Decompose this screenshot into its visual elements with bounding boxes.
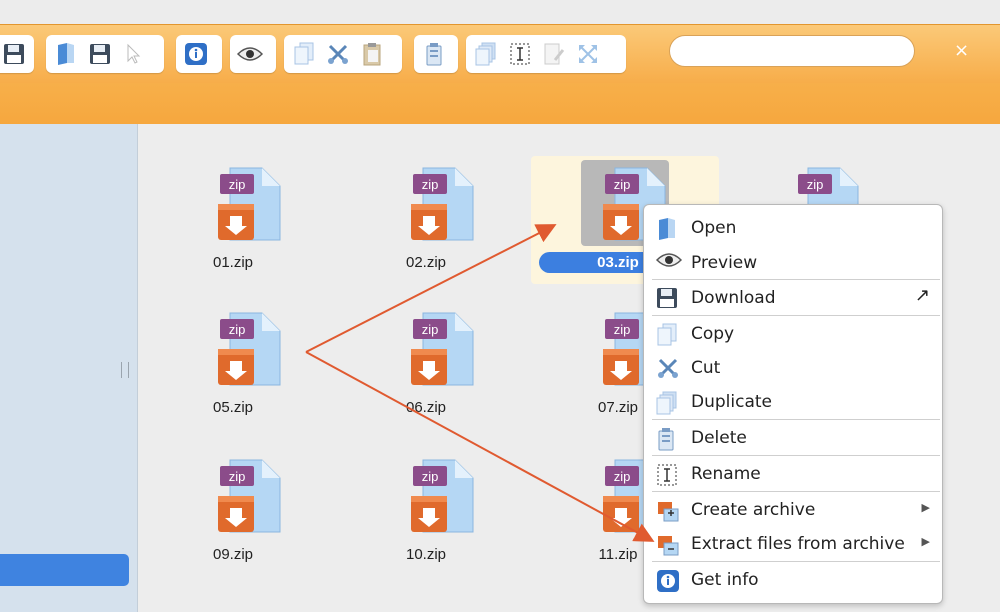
submenu-arrow-icon: ▶ bbox=[921, 502, 930, 514]
sidebar bbox=[0, 124, 138, 612]
menu-item-open[interactable]: Open bbox=[644, 211, 942, 245]
zip-file-icon: zip bbox=[401, 309, 481, 389]
submenu-arrow-icon: ▶ bbox=[921, 536, 930, 548]
search-input[interactable] bbox=[669, 35, 915, 67]
toolbar-group-info bbox=[176, 35, 222, 73]
menu-item-create-archive[interactable]: Create archive ▶ bbox=[644, 493, 942, 527]
svg-text:zip: zip bbox=[229, 322, 246, 337]
info-icon[interactable] bbox=[179, 37, 213, 71]
file-name: 05.zip bbox=[212, 399, 254, 416]
file-item[interactable]: zip 02.zip bbox=[341, 158, 511, 288]
file-name: 01.zip bbox=[212, 254, 254, 271]
menu-item-label: Cut bbox=[691, 358, 721, 378]
open-icon bbox=[656, 217, 680, 241]
zip-file-icon: zip bbox=[208, 309, 288, 389]
preview-icon[interactable] bbox=[233, 37, 267, 71]
sidebar-item-selected[interactable] bbox=[0, 554, 129, 586]
toolbar-group-edit bbox=[466, 35, 626, 73]
rename-icon[interactable] bbox=[503, 37, 537, 71]
cut-icon[interactable] bbox=[321, 37, 355, 71]
svg-text:zip: zip bbox=[807, 177, 824, 192]
menu-item-label: Open bbox=[691, 218, 737, 238]
menu-item-rename[interactable]: Rename bbox=[644, 457, 942, 491]
menu-separator bbox=[652, 315, 940, 316]
svg-text:zip: zip bbox=[614, 469, 631, 484]
file-name: 06.zip bbox=[405, 399, 447, 416]
file-name: 09.zip bbox=[212, 546, 254, 563]
menu-item-label: Create archive bbox=[691, 500, 816, 520]
toolbar-group-save bbox=[0, 35, 34, 73]
svg-text:zip: zip bbox=[229, 469, 246, 484]
menu-item-label: Download bbox=[691, 288, 776, 308]
menu-item-label: Rename bbox=[691, 464, 761, 484]
menu-item-label: Get info bbox=[691, 570, 759, 590]
sidebar-resize-handle[interactable] bbox=[121, 362, 129, 378]
save-icon[interactable] bbox=[0, 37, 31, 71]
duplicate-icon[interactable] bbox=[469, 37, 503, 71]
context-menu: Open Preview Download ↗ Copy Cut Duplicate Dele… bbox=[643, 204, 943, 604]
delete-icon bbox=[656, 427, 680, 451]
close-icon[interactable]: × bbox=[954, 40, 969, 61]
file-item[interactable]: zip 05.zip bbox=[148, 303, 318, 433]
menu-item-delete[interactable]: Delete bbox=[644, 421, 942, 455]
svg-text:zip: zip bbox=[422, 469, 439, 484]
download-icon[interactable] bbox=[83, 37, 117, 71]
menu-item-label: Duplicate bbox=[691, 392, 772, 412]
extract-icon bbox=[656, 533, 680, 557]
copy-icon[interactable] bbox=[287, 37, 321, 71]
duplicate-icon bbox=[656, 391, 680, 415]
toolbar-group-file bbox=[46, 35, 164, 73]
toolbar: × bbox=[0, 24, 1000, 125]
download-icon bbox=[656, 287, 680, 311]
menu-item-cut[interactable]: Cut bbox=[644, 351, 942, 385]
external-link-icon: ↗ bbox=[914, 285, 930, 305]
menu-item-label: Extract files from archive bbox=[691, 534, 905, 554]
paste-icon[interactable] bbox=[355, 37, 389, 71]
file-item[interactable]: zip 01.zip bbox=[148, 158, 318, 288]
svg-text:zip: zip bbox=[422, 177, 439, 192]
menu-separator bbox=[652, 419, 940, 420]
archive-icon bbox=[656, 499, 680, 523]
menu-item-copy[interactable]: Copy bbox=[644, 317, 942, 351]
zip-file-icon: zip bbox=[208, 456, 288, 536]
menu-item-extract-files-from-archive[interactable]: Extract files from archive ▶ bbox=[644, 527, 942, 561]
menu-item-duplicate[interactable]: Duplicate bbox=[644, 385, 942, 419]
file-item[interactable]: zip 09.zip bbox=[148, 450, 318, 580]
menu-item-download[interactable]: Download ↗ bbox=[644, 281, 942, 315]
open-icon[interactable] bbox=[49, 37, 83, 71]
zip-file-icon: zip bbox=[208, 164, 288, 244]
zip-file-icon: zip bbox=[401, 456, 481, 536]
info-icon bbox=[656, 569, 680, 593]
toolbar-group-clipboard bbox=[284, 35, 402, 73]
zip-file-icon: zip bbox=[401, 164, 481, 244]
svg-text:zip: zip bbox=[422, 322, 439, 337]
menu-item-label: Preview bbox=[691, 253, 758, 273]
copy-icon bbox=[656, 323, 680, 347]
delete-icon[interactable] bbox=[417, 37, 451, 71]
toolbar-group-delete bbox=[414, 35, 458, 73]
file-item[interactable]: zip 10.zip bbox=[341, 450, 511, 580]
menu-item-preview[interactable]: Preview bbox=[644, 246, 942, 280]
preview-icon bbox=[655, 252, 683, 276]
resize-icon[interactable] bbox=[571, 37, 605, 71]
menu-item-label: Copy bbox=[691, 324, 735, 344]
edit-icon[interactable] bbox=[537, 37, 571, 71]
toolbar-group-preview bbox=[230, 35, 276, 73]
cut-icon bbox=[656, 357, 680, 381]
svg-text:zip: zip bbox=[614, 177, 631, 192]
file-name: 02.zip bbox=[405, 254, 447, 271]
rename-icon bbox=[656, 463, 680, 487]
menu-separator bbox=[652, 561, 940, 562]
svg-text:zip: zip bbox=[229, 177, 246, 192]
select-icon[interactable] bbox=[117, 37, 151, 71]
menu-separator bbox=[652, 455, 940, 456]
menu-separator bbox=[652, 491, 940, 492]
file-name: 10.zip bbox=[405, 546, 447, 563]
menu-item-get-info[interactable]: Get info bbox=[644, 563, 942, 597]
menu-item-label: Delete bbox=[691, 428, 747, 448]
svg-text:zip: zip bbox=[614, 322, 631, 337]
file-item[interactable]: zip 06.zip bbox=[341, 303, 511, 433]
